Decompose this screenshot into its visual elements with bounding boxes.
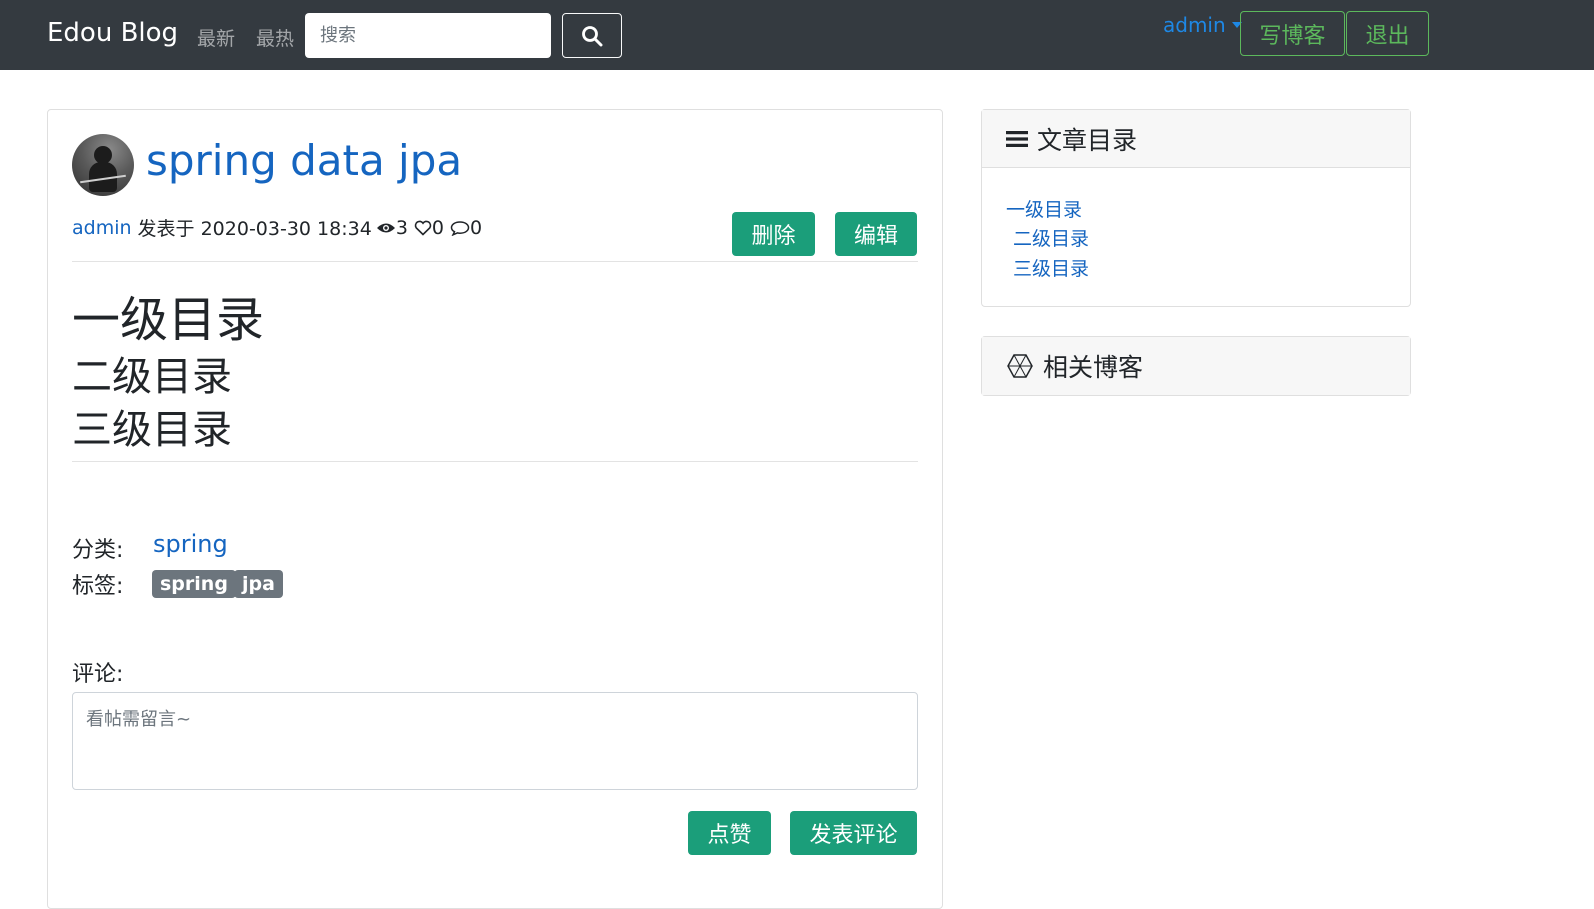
toc-item-level-1[interactable]: 一级目录 <box>1006 195 1082 222</box>
delete-button[interactable]: 删除 <box>732 212 815 256</box>
content-heading-2: 二级目录 <box>72 354 232 400</box>
search-icon <box>582 25 603 46</box>
toc-item-level-2[interactable]: 二级目录 <box>1013 224 1089 251</box>
comment-count: 0 <box>470 216 483 239</box>
edit-button[interactable]: 编辑 <box>835 212 917 256</box>
avatar <box>72 134 134 196</box>
list-icon <box>1006 130 1028 148</box>
content-heading-3: 三级目录 <box>72 407 232 453</box>
comment-label: 评论: <box>72 662 124 687</box>
view-count: 3 <box>395 216 408 239</box>
content-heading-1: 一级目录 <box>72 292 265 348</box>
publish-time: 发表于 2020-03-30 18:34 <box>137 218 372 240</box>
logout-button[interactable]: 退出 <box>1346 11 1429 56</box>
related-blogs-title: 相关博客 <box>1043 353 1144 382</box>
nav-link-latest[interactable]: 最新 <box>197 24 235 51</box>
like-count: 0 <box>431 216 444 239</box>
eye-icon <box>376 221 396 235</box>
submit-comment-button[interactable]: 发表评论 <box>790 811 917 855</box>
tag-badge-spring[interactable]: spring <box>152 570 236 598</box>
toc-title: 文章目录 <box>1037 125 1138 155</box>
toc-header: 文章目录 <box>982 110 1410 168</box>
write-blog-button[interactable]: 写博客 <box>1240 11 1345 56</box>
divider <box>72 461 918 462</box>
post-meta: admin 发表于 2020-03-30 18:34 3 0 0 <box>72 214 482 241</box>
category-link[interactable]: spring <box>153 530 228 558</box>
divider <box>72 261 918 262</box>
top-navbar: Edou Blog 最新 最热 admin 写博客 退出 <box>0 0 1594 70</box>
user-name: admin <box>1163 13 1226 37</box>
user-dropdown[interactable]: admin <box>1163 13 1242 37</box>
post-title[interactable]: spring data jpa <box>146 136 462 185</box>
nav-link-hottest[interactable]: 最热 <box>256 24 294 51</box>
comment-input[interactable] <box>72 692 918 790</box>
comment-icon <box>450 220 470 236</box>
post-author[interactable]: admin <box>72 217 132 239</box>
related-blogs-header: 相关博客 <box>982 337 1410 395</box>
search-input[interactable] <box>305 13 551 58</box>
category-label: 分类: <box>72 538 124 563</box>
like-button[interactable]: 点赞 <box>688 811 771 855</box>
tags-label: 标签: <box>72 574 124 599</box>
hexagon-icon <box>1006 353 1034 379</box>
toc-item-level-3[interactable]: 三级目录 <box>1013 254 1089 281</box>
heart-icon <box>414 220 432 236</box>
related-blogs-card: 相关博客 <box>981 336 1411 396</box>
tag-badge-jpa[interactable]: jpa <box>234 570 283 598</box>
brand-logo[interactable]: Edou Blog <box>47 18 178 48</box>
search-button[interactable] <box>562 13 622 58</box>
